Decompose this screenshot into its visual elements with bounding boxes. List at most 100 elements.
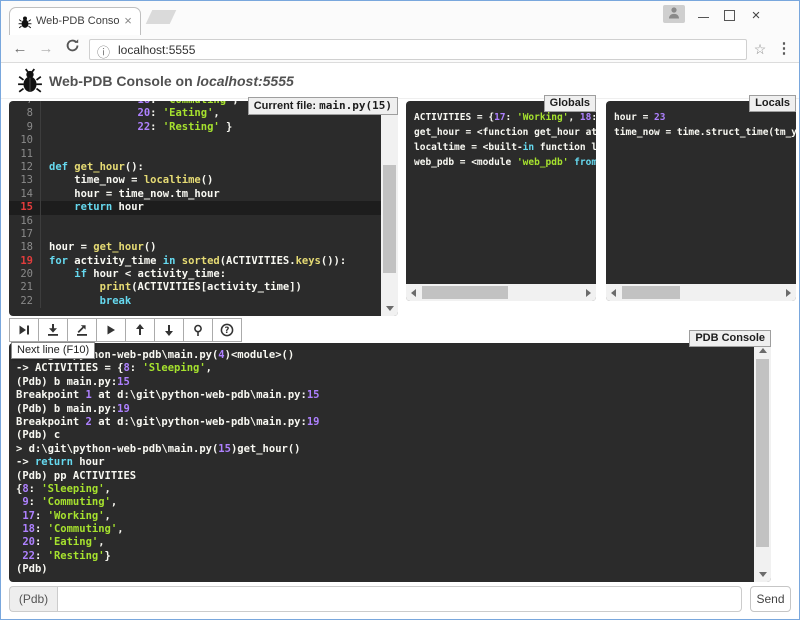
locals-panel: Locals hour = 23time_now = time.struct_t… (606, 101, 796, 301)
frame-down-button[interactable] (154, 318, 184, 342)
globals-line: get_hour = <function get_hour at 0x00 (414, 125, 588, 140)
code-line: 18hour = get_hour() (9, 241, 381, 254)
new-tab-button[interactable] (146, 10, 177, 24)
code-line: 12def get_hour(): (9, 161, 381, 174)
address-bar[interactable]: ⓘ localhost:5555 (89, 39, 747, 60)
code-line: 19for activity_time in sorted(ACTIVITIES… (9, 255, 381, 268)
locals-horizontal-scrollbar[interactable] (606, 284, 796, 301)
up-arrow-icon (133, 323, 147, 337)
maximize-button[interactable] (717, 1, 743, 31)
send-button[interactable]: Send (750, 586, 791, 612)
code-line: 13 time_now = localtime() (9, 174, 381, 187)
code-line: 15 return hour (9, 201, 381, 214)
code-line: 20 if hour < activity_time: (9, 268, 381, 281)
line-number[interactable]: 21 (9, 281, 41, 294)
line-number[interactable]: 8 (9, 107, 41, 120)
line-number[interactable]: 9 (9, 121, 41, 134)
svg-text:?: ? (225, 326, 230, 336)
globals-scrollbar-thumb[interactable] (422, 286, 508, 299)
globals-line: ACTIVITIES = {17: 'Working', 18: ' (414, 110, 588, 125)
pdb-prompt-label: (Pdb) (9, 586, 57, 612)
console-line: -> return hour (16, 456, 747, 469)
console-scrollbar-thumb[interactable] (756, 359, 769, 547)
person-icon (666, 5, 682, 21)
globals-panel: Globals ACTIVITIES = {17: 'Working', 18:… (406, 101, 596, 301)
line-number[interactable]: 13 (9, 174, 41, 187)
line-number[interactable]: 11 (9, 148, 41, 161)
minimize-button[interactable] (691, 1, 717, 31)
info-icon[interactable]: ⓘ (97, 42, 110, 61)
menu-dots-icon[interactable]: ⋮ (773, 38, 795, 60)
next-line-button[interactable] (9, 318, 39, 342)
down-arrow-icon (162, 323, 176, 337)
code-line: 22 break (9, 295, 381, 308)
current-file-panel: Current file: main.py(15) 7 18: 'Commuti… (9, 101, 398, 316)
tab-close-icon[interactable]: × (121, 14, 135, 28)
maximize-icon (724, 10, 735, 21)
bug-logo-icon (17, 68, 43, 94)
line-number[interactable]: 20 (9, 268, 41, 281)
locals-line: hour = 23 (614, 110, 788, 125)
breakpoint-line-number[interactable]: 15 (9, 201, 41, 214)
back-icon[interactable]: ← (9, 38, 31, 60)
line-number[interactable]: 22 (9, 295, 41, 308)
console-line: 22: 'Resting'} (16, 550, 747, 563)
browser-navbar: ← → ⓘ localhost:5555 ☆ ⋮ (1, 35, 799, 63)
tab-title: Web-PDB Console on loc (36, 15, 120, 30)
profile-button[interactable] (663, 5, 685, 23)
line-number[interactable]: 17 (9, 228, 41, 241)
breakpoint-line-number[interactable]: 19 (9, 255, 41, 268)
globals-lines: ACTIVITIES = {17: 'Working', 18: 'get_ho… (406, 101, 596, 284)
line-number[interactable]: 10 (9, 134, 41, 147)
code-scroll-down-icon[interactable] (381, 301, 398, 316)
console-vertical-scrollbar[interactable] (754, 343, 771, 582)
console-line: (Pdb) c (16, 429, 747, 442)
console-line: > d:\git\python-web-pdb\main.py(4)<modul… (16, 349, 747, 362)
browser-tab[interactable]: Web-PDB Console on loc × (9, 7, 141, 35)
step-out-button[interactable] (67, 318, 97, 342)
console-line: Breakpoint 1 at d:\git\python-web-pdb\ma… (16, 389, 747, 402)
command-input[interactable] (57, 586, 742, 612)
console-line: > d:\git\python-web-pdb\main.py(15)get_h… (16, 443, 747, 456)
globals-scroll-right-icon[interactable] (581, 284, 596, 301)
debug-toolbar: ? (9, 318, 242, 342)
pdb-console-panel: PDB Console > d:\git\python-web-pdb\main… (9, 343, 771, 582)
line-number[interactable]: 12 (9, 161, 41, 174)
console-line: {8: 'Sleeping', (16, 483, 747, 496)
console-line: (Pdb) b main.py:19 (16, 403, 747, 416)
frame-up-button[interactable] (125, 318, 155, 342)
browser-window: Web-PDB Console on loc × × ← → ⓘ localho… (0, 0, 800, 620)
locals-scrollbar-thumb[interactable] (622, 286, 680, 299)
step-into-button[interactable] (38, 318, 68, 342)
current-file-label: Current file: main.py(15) (248, 97, 398, 115)
code-lines: 7 18: 'Commuting',8 20: 'Eating',9 22: '… (9, 101, 381, 308)
globals-scroll-left-icon[interactable] (406, 284, 421, 301)
console-lines: > d:\git\python-web-pdb\main.py(4)<modul… (9, 343, 754, 582)
where-button[interactable] (183, 318, 213, 342)
locals-lines: hour = 23time_now = time.struct_time(tm_… (606, 101, 796, 284)
locals-scroll-left-icon[interactable] (606, 284, 621, 301)
refresh-icon[interactable] (61, 38, 83, 60)
code-line: 16 (9, 215, 381, 228)
help-icon: ? (220, 323, 234, 337)
continue-button[interactable] (96, 318, 126, 342)
locals-line: time_now = time.struct_time(tm_yea (614, 125, 788, 140)
code-scrollbar-thumb[interactable] (383, 165, 396, 273)
continue-icon (104, 323, 118, 337)
locals-scroll-right-icon[interactable] (781, 284, 796, 301)
code-line: 11 (9, 148, 381, 161)
console-line: Breakpoint 2 at d:\git\python-web-pdb\ma… (16, 416, 747, 429)
close-button[interactable]: × (743, 1, 769, 31)
help-button[interactable]: ? (212, 318, 242, 342)
bookmark-star-icon[interactable]: ☆ (749, 38, 771, 60)
line-number[interactable]: 16 (9, 215, 41, 228)
line-number[interactable]: 18 (9, 241, 41, 254)
next-line-tooltip: Next line (F10) (11, 342, 95, 359)
globals-horizontal-scrollbar[interactable] (406, 284, 596, 301)
step-out-icon (75, 323, 89, 337)
line-number[interactable]: 14 (9, 188, 41, 201)
code-vertical-scrollbar[interactable] (381, 101, 398, 316)
minimize-icon (698, 17, 709, 18)
console-scroll-down-icon[interactable] (754, 567, 771, 582)
forward-icon[interactable]: → (35, 38, 57, 60)
